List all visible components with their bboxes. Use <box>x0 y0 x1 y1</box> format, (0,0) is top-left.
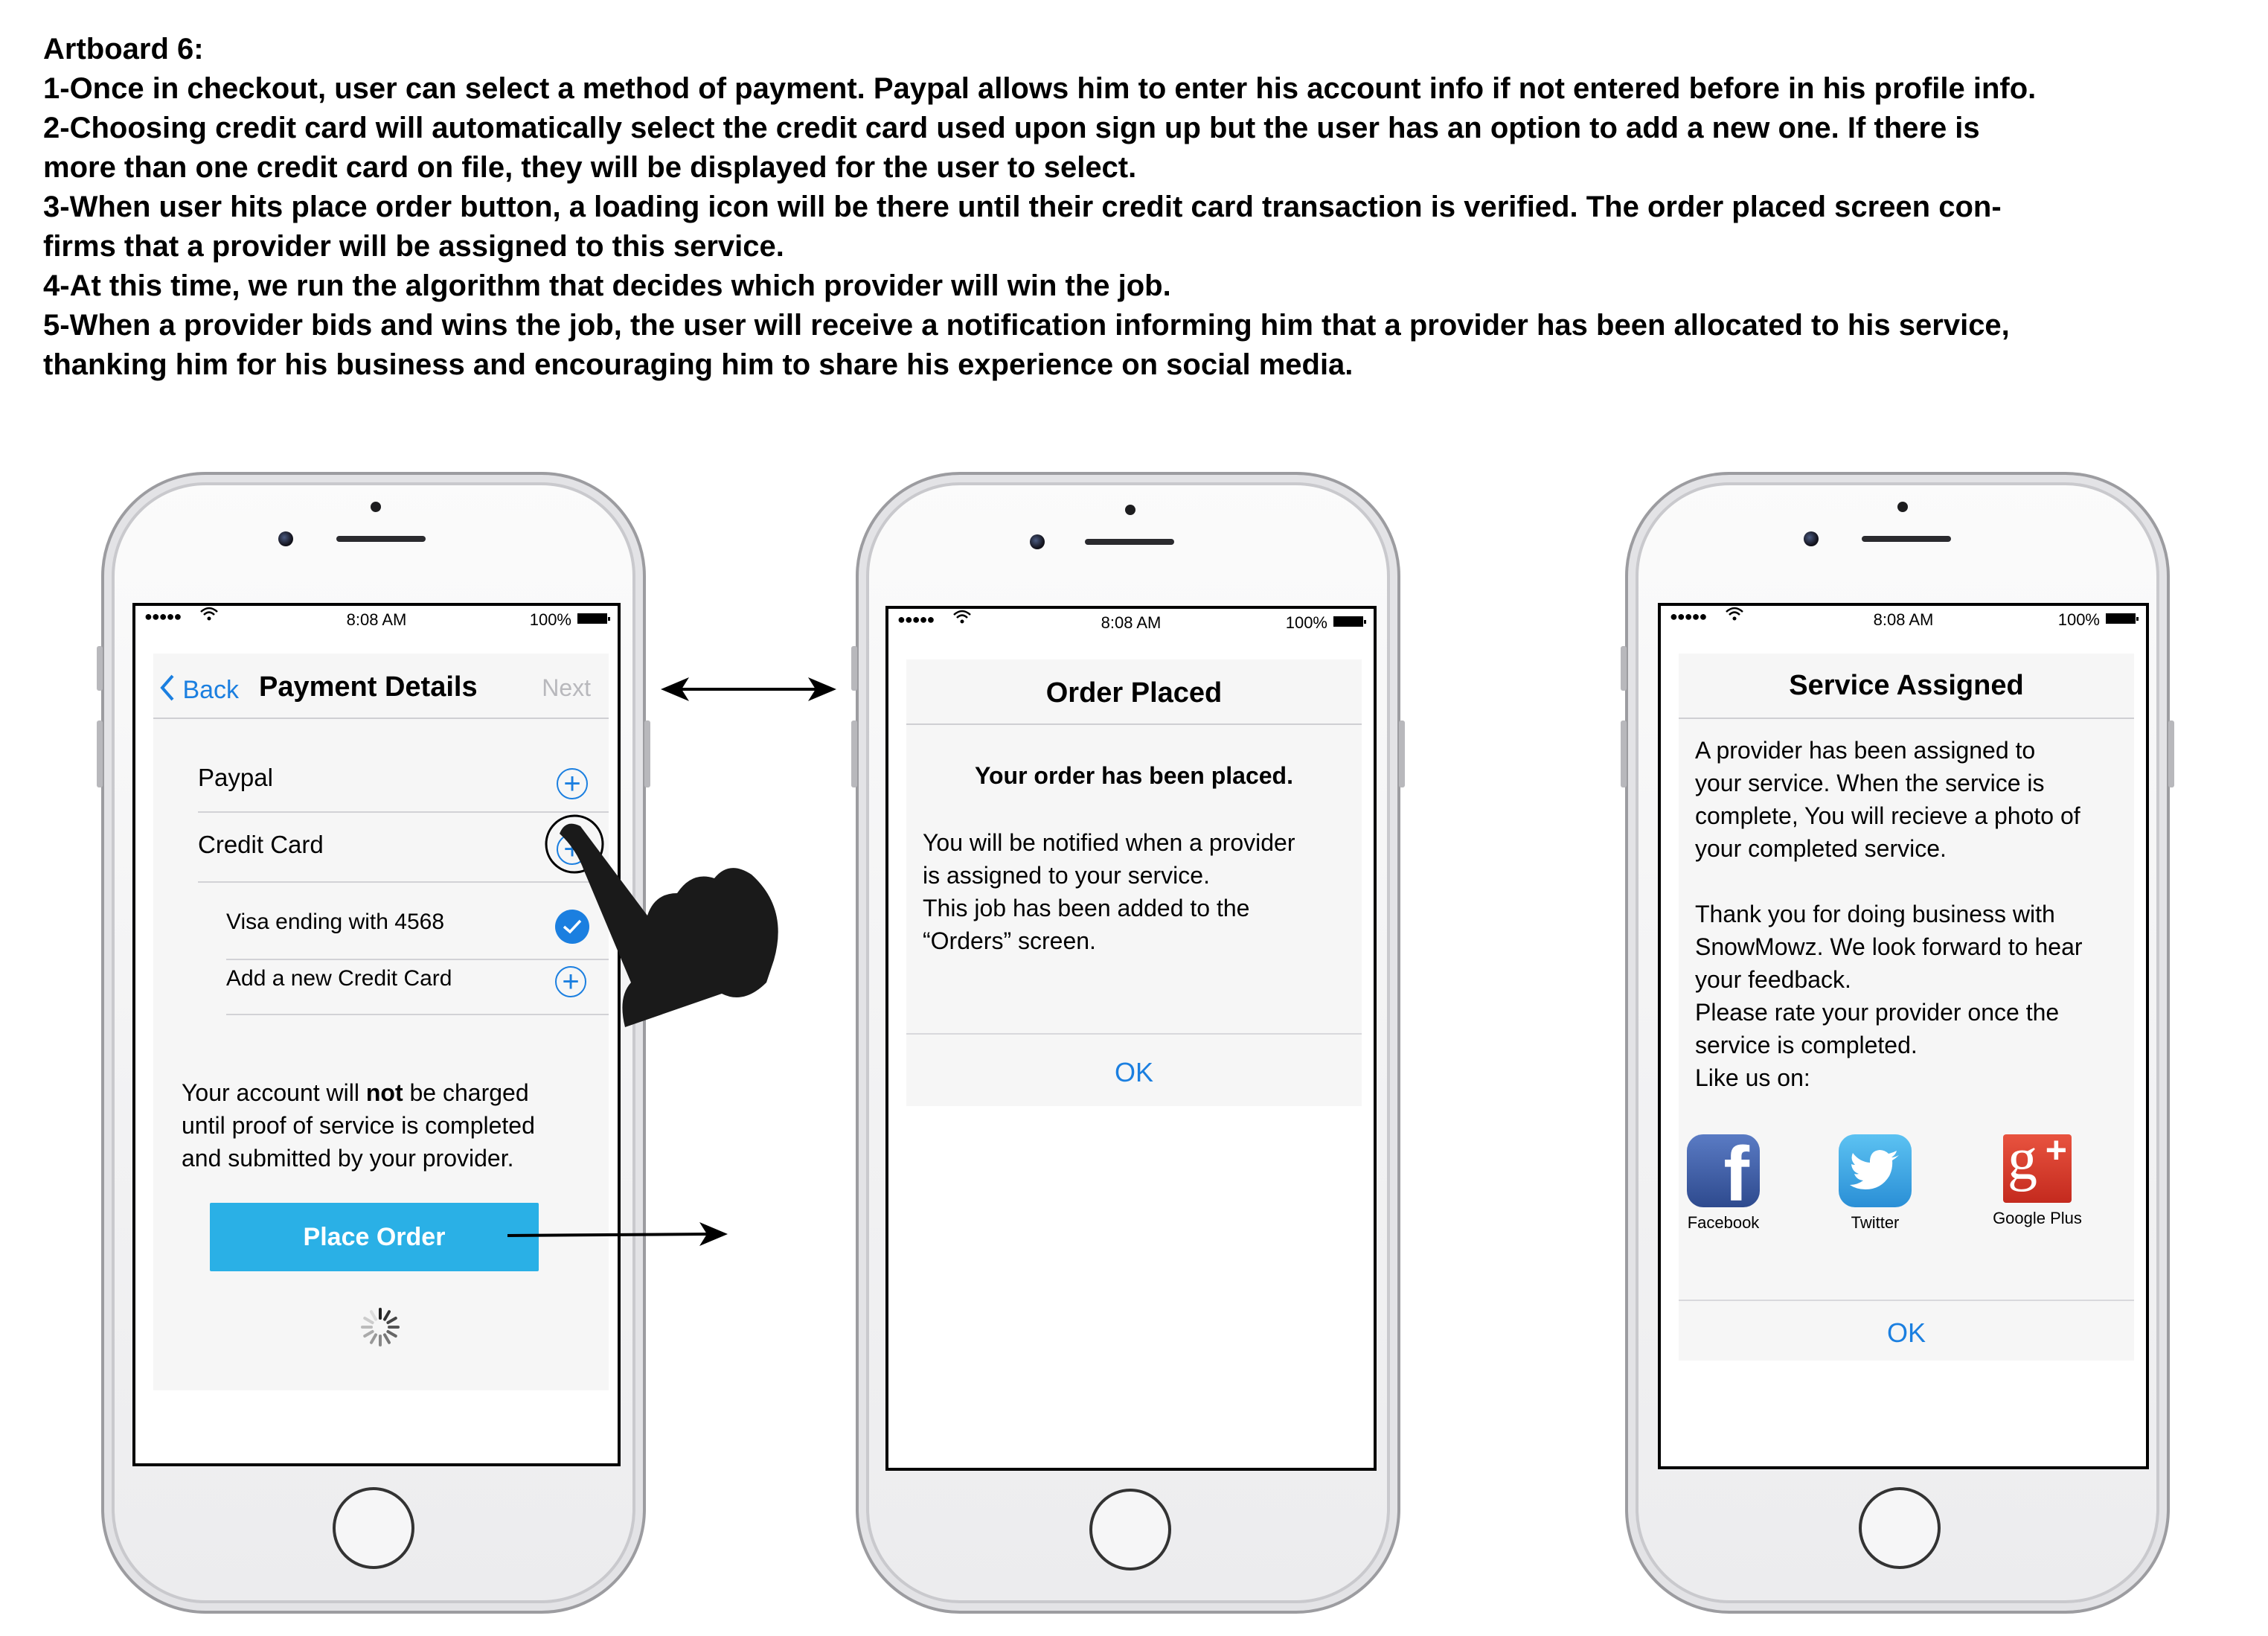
side-button <box>851 646 857 691</box>
back-label: Back <box>182 676 240 704</box>
navigation-bar: Back Payment Details Next <box>153 654 609 719</box>
status-bar: ●●●●● 8:08 AM 100% <box>1661 606 2146 631</box>
battery-percent: 100% <box>2057 610 2100 629</box>
google-plus-share[interactable]: g + Google Plus <box>1985 1130 2089 1228</box>
side-button <box>1399 720 1405 787</box>
double-arrow-icon <box>659 673 838 709</box>
thank-you-message: Thank you for doing business with SnowMo… <box>1695 901 2083 1091</box>
front-camera-icon <box>278 531 293 546</box>
google-plus-label: Google Plus <box>1993 1209 2082 1227</box>
tap-hand-cursor-icon <box>543 804 796 1031</box>
status-bar: ●●●●● 8:08 AM 100% <box>888 609 1374 634</box>
battery-icon <box>1333 616 1366 627</box>
side-button <box>644 720 650 787</box>
side-button <box>851 720 857 787</box>
page-title: Payment Details <box>259 671 478 703</box>
screen: ●●●●● 8:08 AM 100% Order Placed Your ord… <box>885 606 1377 1471</box>
chevron-left-icon <box>158 673 176 709</box>
visa-card-label[interactable]: Visa ending with 4568 <box>226 910 444 935</box>
dialog-header: Service Assigned <box>1679 654 2134 719</box>
assigned-message: A provider has been assigned to your ser… <box>1695 737 2080 862</box>
description-line: 2-Choosing credit card will automaticall… <box>43 112 1980 144</box>
description-line: 1-Once in checkout, user can select a me… <box>43 72 2037 105</box>
divider <box>906 1033 1362 1035</box>
dialog-header: Order Placed <box>906 659 1362 725</box>
description-line: 5-When a provider bids and wins the job,… <box>43 309 2010 342</box>
order-placed-heading: Your order has been placed. <box>975 762 1293 789</box>
home-button[interactable] <box>333 1487 414 1569</box>
description-line: 3-When user hits place order button, a l… <box>43 191 2002 223</box>
description-line: 4-At this time, we run the algorithm tha… <box>43 269 1171 302</box>
place-order-button[interactable]: Place Order <box>210 1203 539 1271</box>
twitter-label: Twitter <box>1851 1213 1900 1232</box>
phone-order-placed: ●●●●● 8:08 AM 100% Order Placed Your ord… <box>851 472 1405 1614</box>
credit-card-label[interactable]: Credit Card <box>198 831 324 859</box>
next-button[interactable]: Next <box>542 674 591 702</box>
sensor-dot <box>1125 505 1135 515</box>
front-camera-icon <box>1030 534 1045 549</box>
dialog-title: Order Placed <box>1045 677 1223 709</box>
service-assigned-dialog: Service Assigned A provider has been ass… <box>1679 654 2134 1361</box>
artboard-title: Artboard 6: <box>43 33 204 65</box>
charge-note: Your account will not be charged until p… <box>182 1079 535 1172</box>
status-bar: ●●●●● 8:08 AM 100% <box>135 606 618 631</box>
battery-icon <box>577 613 610 624</box>
home-button[interactable] <box>1089 1489 1171 1571</box>
facebook-share[interactable]: f Facebook <box>1679 1134 1768 1233</box>
battery-percent: 100% <box>529 610 571 629</box>
facebook-label: Facebook <box>1687 1213 1760 1232</box>
sensor-dot <box>1897 502 1908 512</box>
ok-button[interactable]: OK <box>1679 1317 2134 1349</box>
side-button <box>1621 720 1627 787</box>
add-paypal-icon[interactable]: + <box>557 768 588 799</box>
twitter-share[interactable]: Twitter <box>1830 1134 1920 1233</box>
google-plus-icon: g + <box>2003 1130 2072 1203</box>
payment-panel: Back Payment Details Next Paypal + Credi… <box>153 654 609 1390</box>
speaker-grille <box>1085 539 1174 545</box>
home-button[interactable] <box>1859 1487 1941 1569</box>
ok-button[interactable]: OK <box>906 1057 1362 1088</box>
battery-percent: 100% <box>1285 613 1327 632</box>
front-camera-icon <box>1804 531 1819 546</box>
description-line: more than one credit card on file, they … <box>43 151 1137 184</box>
side-button <box>97 720 103 787</box>
facebook-icon: f <box>1687 1134 1760 1207</box>
side-button <box>2168 720 2174 787</box>
dialog-title: Service Assigned <box>1789 670 2024 701</box>
sensor-dot <box>371 502 381 512</box>
phone-payment-details: ●●●●● 8:08 AM 100% Back Payment Details … <box>97 472 650 1614</box>
arrow-right-icon <box>507 1218 731 1254</box>
screen: ●●●●● 8:08 AM 100% Service Assigned A pr… <box>1658 603 2149 1469</box>
paypal-label[interactable]: Paypal <box>198 764 273 792</box>
add-new-card-label[interactable]: Add a new Credit Card <box>226 966 452 991</box>
speaker-grille <box>1862 536 1951 542</box>
description-line: thanking him for his business and encour… <box>43 348 1354 381</box>
battery-icon <box>2106 613 2139 624</box>
artboard-description: Artboard 6: 1-Once in checkout, user can… <box>43 30 2246 385</box>
order-placed-dialog: Order Placed Your order has been placed.… <box>906 659 1362 1106</box>
order-placed-message: You will be notified when a provider is … <box>923 829 1295 954</box>
speaker-grille <box>336 536 426 542</box>
phone-service-assigned: ●●●●● 8:08 AM 100% Service Assigned A pr… <box>1621 472 2174 1614</box>
description-line: firms that a provider will be assigned t… <box>43 230 784 263</box>
loading-spinner-icon <box>359 1306 402 1352</box>
twitter-icon <box>1839 1134 1912 1207</box>
side-button <box>1621 646 1627 691</box>
divider <box>1679 1300 2134 1301</box>
screen: ●●●●● 8:08 AM 100% Back Payment Details … <box>132 603 621 1466</box>
back-button[interactable]: Back <box>158 673 239 709</box>
side-button <box>97 646 103 691</box>
